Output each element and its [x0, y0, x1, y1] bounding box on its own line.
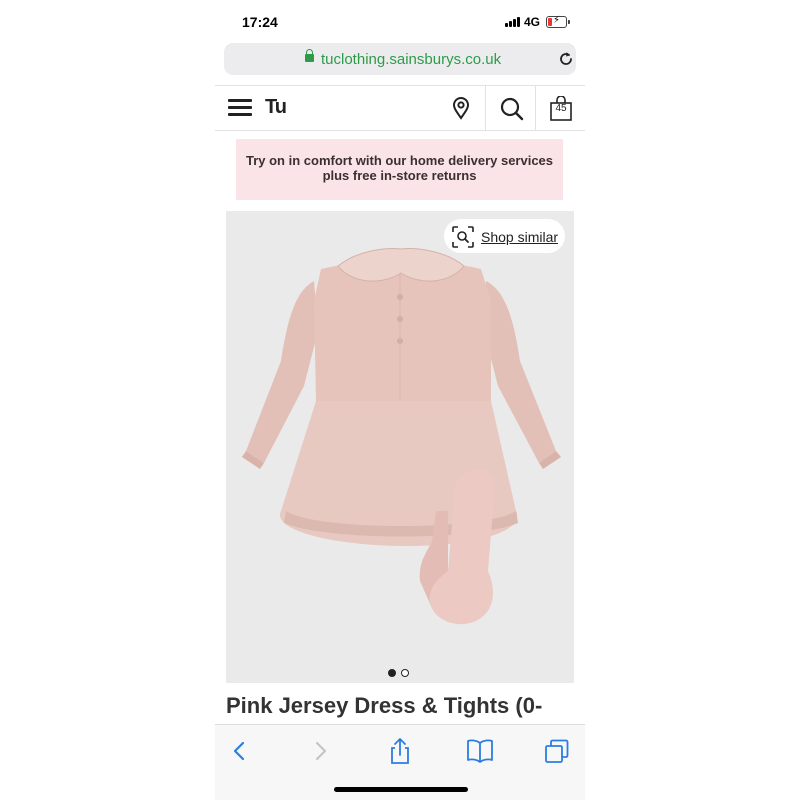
lock-icon [305, 49, 314, 62]
product-title: Pink Jersey Dress & Tights (0- [226, 693, 543, 718]
carousel-dots[interactable] [388, 669, 412, 677]
promo-banner[interactable]: Try on in comfort with our home delivery… [236, 139, 563, 200]
store-locator-button[interactable] [436, 86, 486, 130]
battery-icon: ⚡ [546, 15, 570, 28]
forward-icon[interactable] [305, 737, 335, 765]
promo-line-2: plus free in-store returns [322, 168, 477, 183]
home-indicator[interactable] [334, 787, 468, 792]
signal-icon [505, 17, 521, 27]
basket-button[interactable]: 45 [536, 86, 585, 130]
search-icon [500, 97, 524, 121]
visual-search-icon [452, 226, 474, 248]
url-text: tuclothing.sainsburys.co.uk [321, 51, 502, 68]
carousel-dot[interactable] [401, 669, 409, 677]
shop-similar-label: Shop similar [481, 229, 559, 245]
network-type: 4G [524, 15, 541, 29]
menu-icon[interactable] [228, 98, 252, 116]
reload-icon[interactable] [557, 50, 575, 68]
location-pin-icon [452, 97, 470, 120]
product-image-carousel[interactable]: Shop similar [226, 211, 574, 683]
status-time: 17:24 [242, 14, 278, 30]
share-icon[interactable] [385, 737, 415, 765]
tabs-icon[interactable] [542, 737, 572, 765]
back-icon[interactable] [225, 737, 255, 765]
carousel-dot-active[interactable] [388, 669, 396, 677]
search-button[interactable] [486, 86, 536, 130]
bag-count: 45 [555, 103, 567, 114]
promo-line-1: Try on in comfort with our home delivery… [245, 153, 554, 168]
address-bar[interactable]: tuclothing.sainsburys.co.uk [224, 43, 576, 75]
product-photo [242, 248, 561, 625]
site-header: Tu 45 [215, 85, 585, 131]
status-bar: 17:24 4G ⚡ [215, 0, 585, 42]
tu-logo[interactable]: Tu [265, 96, 287, 119]
phone-screen: 17:24 4G ⚡ tuclothing.sainsburys.co.uk T… [215, 0, 585, 800]
shop-similar-button[interactable]: Shop similar [444, 219, 565, 253]
bookmarks-icon[interactable] [465, 737, 495, 765]
